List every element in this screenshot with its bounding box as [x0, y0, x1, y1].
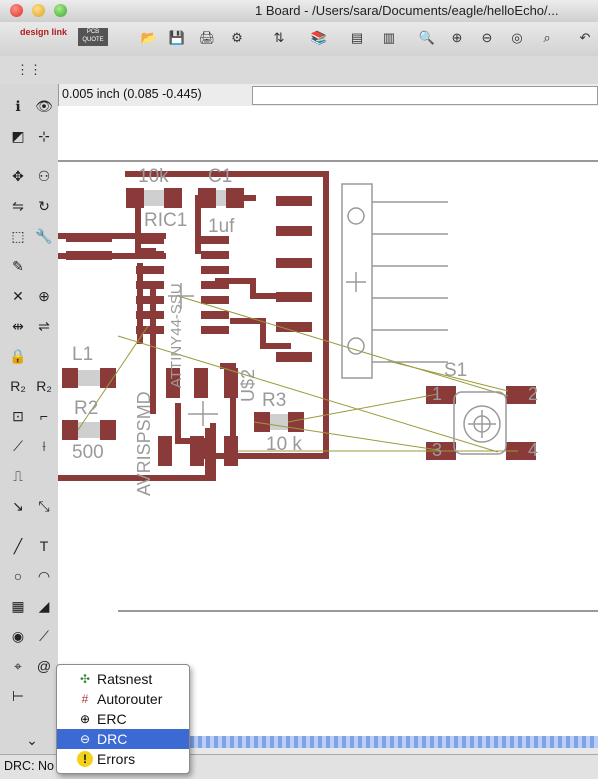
menu-item-erc[interactable]: ⊕ ERC: [57, 709, 189, 729]
label-l1: L1: [72, 344, 94, 365]
rotate-icon[interactable]: ↻: [32, 194, 56, 218]
autorouter-icon: #: [81, 692, 89, 706]
move-icon[interactable]: ✥: [6, 164, 30, 188]
label-10k: 10k: [138, 166, 169, 187]
more-tools-icon[interactable]: ⌄: [20, 728, 44, 752]
zoom-in-icon[interactable]: ⊕: [446, 27, 468, 49]
print-icon[interactable]: 🖨: [196, 27, 218, 49]
route-icon[interactable]: ↘: [6, 494, 30, 518]
replace-icon[interactable]: ⇹: [6, 314, 30, 338]
change-icon[interactable]: 🔧: [32, 224, 56, 248]
dimension-icon[interactable]: ⊢: [6, 684, 30, 708]
undo-icon[interactable]: ↶: [574, 27, 596, 49]
command-input[interactable]: [252, 86, 598, 105]
padlock-icon[interactable]: 🔒: [6, 344, 30, 368]
main-toolbar: design link PCB QUOTE 📂 💾 🖨 ⚙ ⇅ 📚 ▤ ▥ 🔍 …: [0, 22, 598, 57]
minimize-window-button[interactable]: [32, 4, 45, 17]
paste-icon[interactable]: ✎: [6, 254, 30, 278]
delete-icon[interactable]: ✕: [6, 284, 30, 308]
tools-popup-menu: ✣ Ratsnest # Autorouter ⊕ ERC ⊖ DRC ! Er…: [56, 664, 190, 774]
mark-icon[interactable]: ⊹: [32, 124, 56, 148]
parameter-toolbar: ⋮⋮: [0, 56, 598, 85]
zoom-redraw-icon[interactable]: ◎: [506, 27, 528, 49]
rect-icon[interactable]: ▦: [6, 594, 30, 618]
menu-item-errors[interactable]: ! Errors: [57, 749, 189, 769]
display-layers-icon[interactable]: ◩: [6, 124, 30, 148]
errors-icon: !: [77, 751, 93, 767]
pcbquote-logo[interactable]: PCB QUOTE: [78, 28, 108, 46]
label-s1-pin4: 4: [528, 440, 539, 460]
label-c1: C1: [208, 166, 233, 187]
ulp-icon[interactable]: ▥: [378, 27, 400, 49]
label-1uf: 1uf: [208, 216, 235, 237]
label-500: 500: [72, 442, 104, 463]
switch-schematic-icon[interactable]: ⇅: [268, 27, 290, 49]
horizontal-scrollbar[interactable]: [190, 736, 598, 748]
zoom-window-button[interactable]: [54, 4, 67, 17]
add-icon[interactable]: ⊕: [32, 284, 56, 308]
label-s1-pin2: 2: [528, 384, 539, 404]
label-ric1: RIC1: [144, 210, 188, 231]
label-ic-name: ATTINY44-SSU: [168, 283, 185, 388]
zoom-select-icon[interactable]: ⌕: [536, 27, 558, 49]
menu-item-autorouter[interactable]: # Autorouter: [57, 689, 189, 709]
erc-icon: ⊕: [79, 712, 91, 726]
open-icon[interactable]: 📂: [138, 27, 160, 49]
split-icon[interactable]: ⟋: [6, 434, 30, 458]
coordinate-bar: 0.005 inch (0.085 -0.445): [58, 84, 598, 107]
info-icon[interactable]: ℹ: [6, 94, 30, 118]
hole-icon[interactable]: ⌖: [6, 654, 30, 678]
zoom-out-icon[interactable]: ⊖: [476, 27, 498, 49]
label-10k-r3: 10 k: [266, 434, 302, 455]
designlink-logo[interactable]: design link: [20, 28, 67, 37]
label-avrispsmd: AVRISPSMD: [134, 391, 154, 496]
title-bar: 1 Board - /Users/sara/Documents/eagle/he…: [0, 0, 598, 23]
script-icon[interactable]: ▤: [346, 27, 368, 49]
cam-icon[interactable]: ⚙: [226, 27, 248, 49]
wire-icon[interactable]: ╱: [6, 534, 30, 558]
label-s1: S1: [444, 360, 468, 381]
label-r3: R3: [262, 390, 287, 411]
group-icon[interactable]: ⬚: [6, 224, 30, 248]
coordinate-readout: 0.005 inch (0.085 -0.445): [62, 87, 202, 101]
label-r2: R2: [74, 398, 99, 419]
close-window-button[interactable]: [10, 4, 23, 17]
signal-icon[interactable]: ⟋: [32, 624, 56, 648]
label-us2: U$2: [238, 368, 258, 402]
arc-icon[interactable]: ◠: [32, 564, 56, 588]
tool-palette: ℹ 👁 ◩ ⊹ ✥ ⚇ ⇋ ↻ ⬚ 🔧 ✎ ✕ ⊕ ⇹ ⇌ 🔒 R₂ R₂ ⊡ …: [0, 84, 59, 754]
meander-icon[interactable]: ⎍: [6, 464, 30, 488]
value-icon[interactable]: R₂: [32, 374, 56, 398]
window-title: 1 Board - /Users/sara/Documents/eagle/he…: [255, 3, 559, 18]
drc-icon: ⊖: [79, 732, 91, 746]
via-icon[interactable]: ◉: [6, 624, 30, 648]
zoom-fit-icon[interactable]: 🔍: [416, 27, 438, 49]
miter-icon[interactable]: ⌐: [32, 404, 56, 428]
label-s1-pin1: 1: [432, 384, 443, 404]
save-icon[interactable]: 💾: [166, 27, 188, 49]
menu-item-drc[interactable]: ⊖ DRC: [57, 729, 189, 749]
grid-icon[interactable]: ⋮⋮: [16, 59, 42, 81]
board-canvas[interactable]: 10k C1 RIC1 1uf L1 R2 500 R3 10 k S1 1 2…: [58, 106, 598, 736]
menu-item-ratsnest[interactable]: ✣ Ratsnest: [57, 669, 189, 689]
polygon-icon[interactable]: ◢: [32, 594, 56, 618]
mirror-icon[interactable]: ⇋: [6, 194, 30, 218]
optimize-icon[interactable]: ⟊: [32, 434, 56, 458]
name-icon[interactable]: R₂: [6, 374, 30, 398]
show-icon[interactable]: 👁: [32, 94, 56, 118]
copy-icon[interactable]: ⚇: [32, 164, 56, 188]
ratsnest-icon: ✣: [79, 672, 91, 686]
text-icon[interactable]: T: [32, 534, 56, 558]
circle-icon[interactable]: ○: [6, 564, 30, 588]
smash-icon[interactable]: ⊡: [6, 404, 30, 428]
label-s1-pin3: 3: [432, 440, 443, 460]
library-icon[interactable]: 📚: [308, 27, 330, 49]
lock-icon[interactable]: ⇌: [32, 314, 56, 338]
status-text: DRC: No: [4, 759, 55, 773]
attribute-icon[interactable]: @: [32, 654, 56, 678]
ripup-icon[interactable]: ⤡: [32, 494, 56, 518]
